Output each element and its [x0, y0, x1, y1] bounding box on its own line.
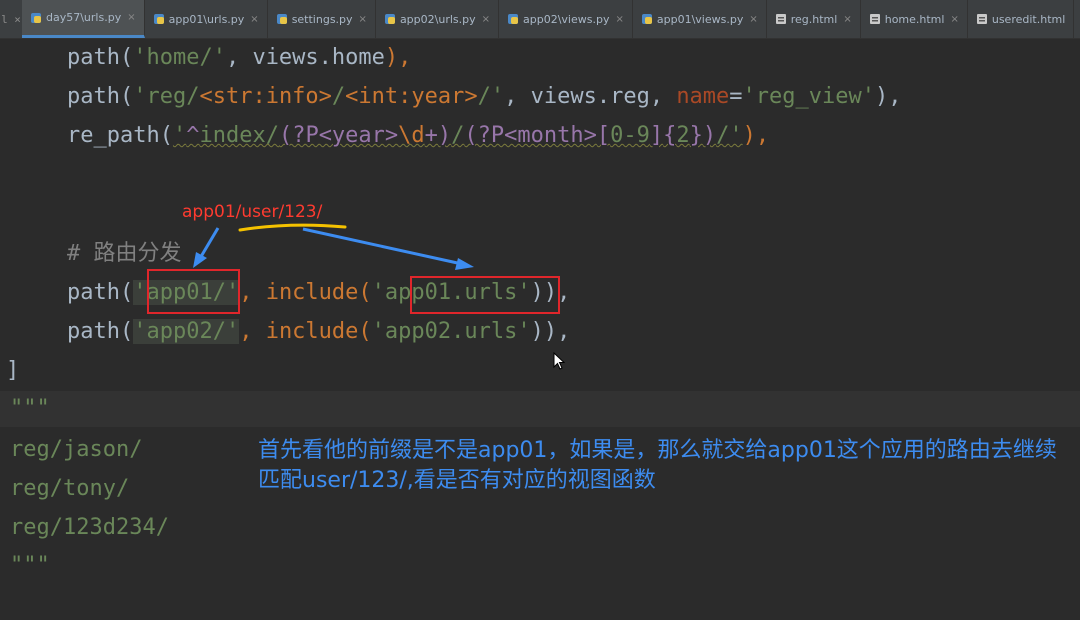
route-underline [238, 223, 347, 232]
arrowhead-icon [455, 258, 474, 270]
arrowhead-icon [193, 252, 207, 268]
annotation-arrows [193, 223, 474, 270]
mouse-cursor-icon [553, 352, 566, 370]
explanation-note: 首先看他的前缀是不是app01，如果是，那么就交给app01这个应用的路由去继续… [258, 438, 1057, 493]
arrow-to-include [302, 227, 463, 266]
